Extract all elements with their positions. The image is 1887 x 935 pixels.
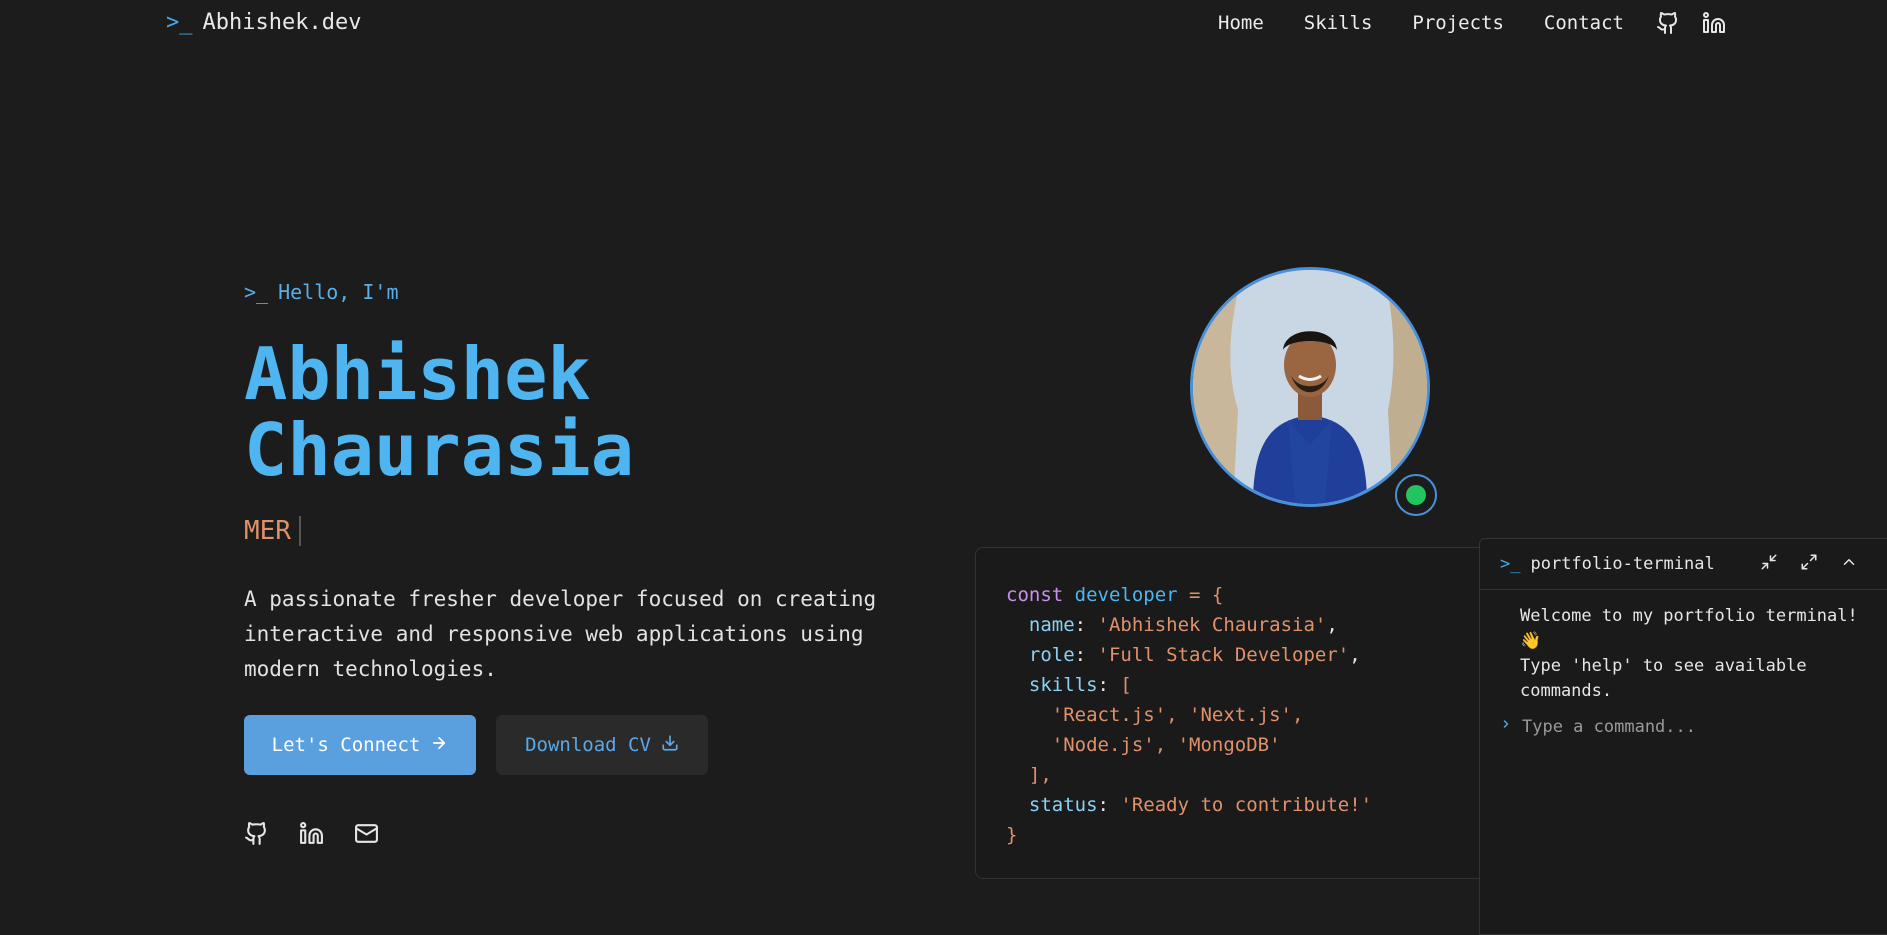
terminal-title: portfolio-terminal [1530, 554, 1715, 574]
terminal-input-row [1500, 714, 1860, 739]
top-nav: >_ Abhishek.dev Home Skills Projects Con… [0, 0, 1887, 50]
logo-text: Abhishek.dev [202, 10, 362, 35]
greeting-text: Hello, I'm [278, 280, 399, 304]
hero-buttons: Let's Connect Download CV [244, 715, 884, 775]
online-status-indicator [1395, 474, 1437, 516]
code-line: name: 'Abhishek Chaurasia', [1028, 614, 1338, 636]
linkedin-icon[interactable] [299, 821, 324, 846]
code-line: const developer = { [1006, 584, 1224, 606]
nav-link-projects[interactable]: Projects [1412, 12, 1504, 34]
nav-link-contact[interactable]: Contact [1544, 12, 1624, 34]
avatar [1190, 267, 1430, 507]
github-icon[interactable] [244, 821, 269, 846]
terminal-prompt-icon: >_ [166, 10, 193, 35]
lets-connect-label: Let's Connect [271, 734, 421, 756]
nav-links: Home Skills Projects Contact [1218, 12, 1624, 34]
wave-emoji: 👋 [1520, 631, 1542, 651]
github-icon[interactable] [1656, 10, 1680, 36]
online-dot [1406, 485, 1426, 505]
terminal-header: >_ portfolio-terminal [1480, 539, 1887, 590]
arrow-right-icon [430, 734, 448, 757]
chevron-up-icon[interactable] [1840, 553, 1858, 571]
hero-name: Abhishek Chaurasia [244, 336, 884, 488]
code-card: const developer = { name: 'Abhishek Chau… [975, 547, 1497, 879]
code-line: status: 'Ready to contribute!' [1028, 794, 1373, 816]
maximize-icon[interactable] [1800, 553, 1818, 571]
code-line: 'React.js', 'Next.js', [1051, 704, 1304, 726]
hero-social-links [244, 821, 884, 846]
download-icon [661, 734, 679, 757]
nav-link-skills[interactable]: Skills [1304, 12, 1373, 34]
portfolio-terminal: >_ portfolio-terminal Welcome to my port… [1479, 538, 1887, 935]
terminal-output: Welcome to my portfolio terminal! 👋 Type… [1480, 590, 1860, 739]
minimize-icon[interactable] [1760, 553, 1778, 571]
name-first: Abhishek [244, 332, 591, 416]
linkedin-icon[interactable] [1702, 10, 1726, 36]
terminal-controls [1760, 553, 1858, 571]
terminal-help-text: Type 'help' to see available commands. [1520, 656, 1807, 701]
nav-link-home[interactable]: Home [1218, 12, 1264, 34]
chevron-right-icon [1500, 714, 1512, 739]
code-snippet: const developer = { name: 'Abhishek Chau… [1006, 580, 1372, 850]
code-line: skills: [ [1028, 674, 1132, 696]
nav-social-icons [1656, 10, 1726, 36]
download-cv-button[interactable]: Download CV [496, 715, 708, 775]
terminal-welcome: Welcome to my portfolio terminal! [1520, 606, 1858, 626]
mail-icon[interactable] [354, 821, 379, 846]
terminal-prompt-icon: >_ [244, 280, 269, 304]
terminal-prompt-icon: >_ [1500, 554, 1521, 574]
code-line: ], [1028, 764, 1052, 786]
code-line: role: 'Full Stack Developer', [1028, 644, 1361, 666]
download-cv-label: Download CV [525, 734, 651, 756]
typing-cursor [298, 516, 301, 546]
code-line: 'Node.js', 'MongoDB' [1051, 734, 1281, 756]
profile-photo [1190, 267, 1430, 507]
typed-role: MER [244, 516, 884, 546]
terminal-command-input[interactable] [1522, 716, 1822, 737]
site-logo[interactable]: >_ Abhishek.dev [166, 10, 361, 35]
typed-role-text: MER [244, 516, 291, 546]
hero-section: >_ Hello, I'm Abhishek Chaurasia MER A p… [244, 280, 884, 846]
lets-connect-button[interactable]: Let's Connect [244, 715, 476, 775]
greeting: >_ Hello, I'm [244, 280, 884, 304]
hero-description: A passionate fresher developer focused o… [244, 587, 877, 681]
code-line: } [1006, 824, 1018, 846]
name-last: Chaurasia [244, 408, 635, 492]
